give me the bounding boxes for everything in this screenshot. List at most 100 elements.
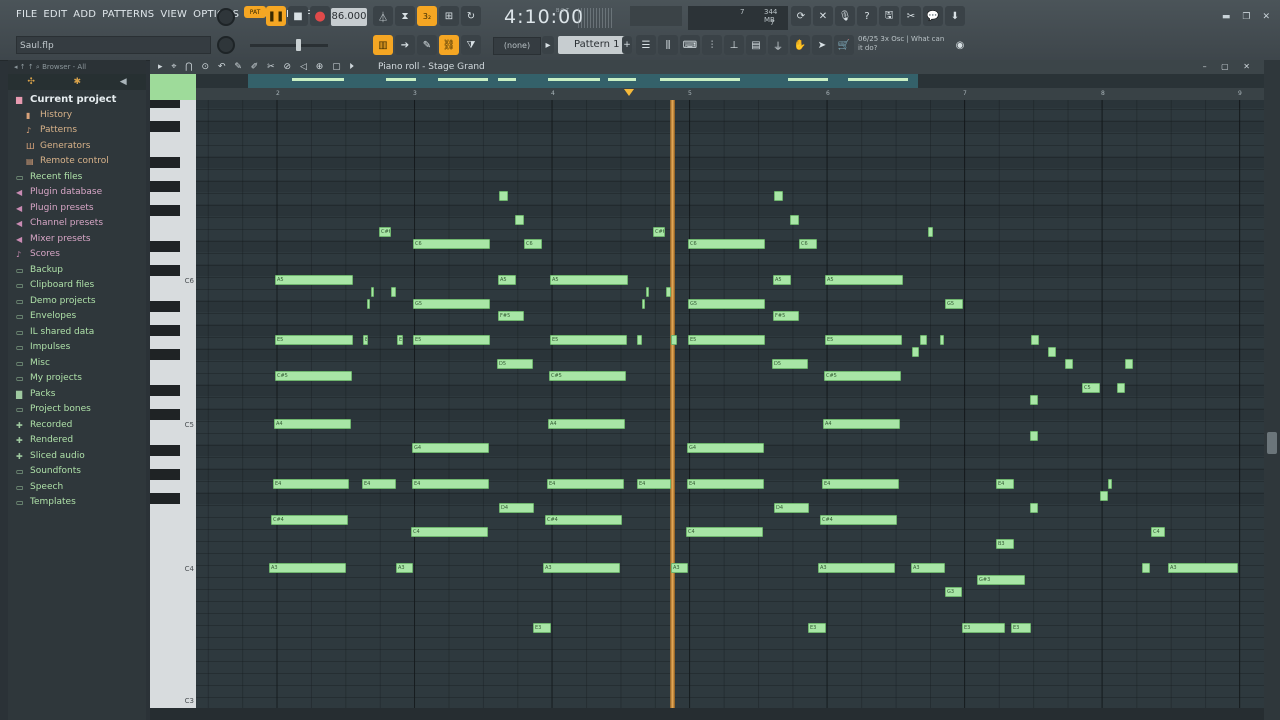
note[interactable]: A3 bbox=[543, 563, 620, 573]
black-key[interactable] bbox=[150, 349, 180, 360]
note[interactable] bbox=[912, 347, 919, 357]
tempo-display[interactable]: 86.000 bbox=[331, 8, 367, 26]
pencil-tool-button[interactable]: ✎ bbox=[417, 35, 437, 55]
note[interactable]: A3 bbox=[671, 563, 688, 573]
note[interactable]: C4 bbox=[686, 527, 763, 537]
close-window-icon[interactable]: ✕ bbox=[1262, 12, 1270, 22]
note[interactable]: E5 bbox=[363, 335, 368, 345]
black-key[interactable] bbox=[150, 241, 180, 252]
note[interactable]: G5 bbox=[945, 299, 963, 309]
note[interactable] bbox=[646, 287, 649, 297]
note[interactable]: C#6 bbox=[653, 227, 665, 237]
browser-item[interactable]: ✚ Sliced audio bbox=[8, 449, 146, 465]
piano-roll-snap-button[interactable]: ▥ bbox=[373, 35, 393, 55]
note[interactable]: A5 bbox=[550, 275, 628, 285]
note[interactable]: A3 bbox=[1168, 563, 1238, 573]
snap-select[interactable]: (none) bbox=[493, 37, 541, 55]
note[interactable]: F#5 bbox=[773, 311, 799, 321]
piano-roll-toolbar[interactable]: ▸ ⌖ ⋂ ⊙ ↶ ✎ ✐ ✂ ⊘ ◁ ⊕ ▢ ⏵ bbox=[158, 60, 357, 74]
note[interactable]: C6 bbox=[413, 239, 490, 249]
master-volume-knob[interactable] bbox=[217, 8, 235, 26]
note[interactable] bbox=[367, 299, 370, 309]
note[interactable]: A3 bbox=[911, 563, 945, 573]
note[interactable]: G4 bbox=[687, 443, 764, 453]
stamp-button[interactable]: ⧩ bbox=[461, 35, 481, 55]
playhead-marker[interactable] bbox=[624, 89, 634, 96]
vertical-scrollbar[interactable] bbox=[1264, 60, 1280, 720]
note[interactable]: A5 bbox=[275, 275, 353, 285]
touch-keyboard-button[interactable]: ✋ bbox=[790, 35, 810, 55]
black-key[interactable] bbox=[150, 121, 180, 132]
wait-input-button[interactable]: ⧗ bbox=[395, 6, 415, 26]
note[interactable]: G5 bbox=[413, 299, 490, 309]
help-button[interactable]: ? bbox=[857, 6, 877, 26]
menu-view[interactable]: VIEW bbox=[160, 9, 187, 20]
browser-item[interactable]: ▭ Envelopes bbox=[8, 309, 146, 325]
note[interactable]: C#4 bbox=[271, 515, 348, 525]
browser-item[interactable]: ▇ Packs bbox=[8, 387, 146, 403]
note[interactable]: D5 bbox=[497, 359, 533, 369]
black-key[interactable] bbox=[150, 100, 180, 108]
playlist-button[interactable]: ☰ bbox=[636, 35, 656, 55]
note[interactable]: C#6 bbox=[379, 227, 391, 237]
note[interactable]: C6 bbox=[688, 239, 765, 249]
timeline-ruler[interactable]: 2 3 4 5 6 7 8 9 bbox=[196, 88, 1264, 100]
pattern-prev-button[interactable]: ▸ bbox=[542, 36, 554, 54]
note[interactable] bbox=[940, 335, 944, 345]
shop-button[interactable]: 🛒 bbox=[834, 35, 854, 55]
note[interactable]: D4 bbox=[774, 503, 809, 513]
note[interactable] bbox=[671, 335, 677, 345]
note[interactable]: A3 bbox=[818, 563, 895, 573]
black-key[interactable] bbox=[150, 445, 180, 456]
note[interactable]: E3 bbox=[808, 623, 826, 633]
browser-item[interactable]: ▭ Templates bbox=[8, 495, 146, 511]
mixer-button[interactable]: ⫶ bbox=[702, 35, 722, 55]
note[interactable]: G#3 bbox=[977, 575, 1025, 585]
note[interactable]: E5 bbox=[413, 335, 490, 345]
note[interactable]: A3 bbox=[269, 563, 346, 573]
note[interactable]: C6 bbox=[799, 239, 817, 249]
browser-item[interactable]: ▭ Recent files bbox=[8, 170, 146, 186]
browser-item[interactable]: ▭ Impulses bbox=[8, 340, 146, 356]
browser-item[interactable]: ▭ Soundfonts bbox=[8, 464, 146, 480]
metronome-button[interactable]: ⏃ bbox=[373, 6, 393, 26]
stop-button[interactable]: ■ bbox=[288, 6, 308, 26]
browser-item[interactable]: ✚ Rendered bbox=[8, 433, 146, 449]
note[interactable] bbox=[1030, 395, 1038, 405]
note[interactable] bbox=[1030, 431, 1038, 441]
note[interactable] bbox=[1048, 347, 1056, 357]
browser-item[interactable]: ▭ Project bones bbox=[8, 402, 146, 418]
browser-item[interactable]: ♪ Patterns bbox=[8, 123, 146, 139]
note[interactable] bbox=[515, 215, 524, 225]
fx-button[interactable]: ➤ bbox=[812, 35, 832, 55]
note[interactable]: C5 bbox=[1082, 383, 1100, 393]
pause-button[interactable]: ❚❚ bbox=[266, 6, 286, 26]
note[interactable]: E3 bbox=[1011, 623, 1031, 633]
note[interactable] bbox=[1030, 503, 1038, 513]
browser-expand-icon[interactable]: ✣ bbox=[27, 74, 35, 90]
note[interactable]: C#5 bbox=[824, 371, 901, 381]
browser-item[interactable]: ▭ Backup bbox=[8, 263, 146, 279]
arrow-button[interactable]: ➔ bbox=[395, 35, 415, 55]
add-pattern-button[interactable]: + bbox=[622, 36, 632, 54]
link-button[interactable]: ⛓ bbox=[439, 35, 459, 55]
note-grid[interactable]: A5 E5 C#5 A4 E4 C#4 A3 C#6 E5 E5 E4 A3 C6 G5 E5 G4 E4 C4 C… bbox=[196, 100, 1264, 708]
restore-icon[interactable]: ❐ bbox=[1242, 12, 1250, 22]
menu-patterns[interactable]: PATTERNS bbox=[102, 9, 154, 20]
browser-item[interactable]: ▭ Speech bbox=[8, 480, 146, 496]
black-key[interactable] bbox=[150, 157, 180, 168]
note[interactable]: E4 bbox=[273, 479, 349, 489]
note[interactable]: C4 bbox=[1151, 527, 1165, 537]
note[interactable]: E4 bbox=[547, 479, 624, 489]
browser-item[interactable]: ▭ Demo projects bbox=[8, 294, 146, 310]
note[interactable] bbox=[1142, 563, 1150, 573]
note[interactable]: E3 bbox=[533, 623, 551, 633]
note[interactable] bbox=[920, 335, 927, 345]
note[interactable]: E5 bbox=[550, 335, 627, 345]
note[interactable]: E5 bbox=[825, 335, 902, 345]
browser-item[interactable]: ♪ Scores bbox=[8, 247, 146, 263]
browser-toggle-button[interactable]: ▤ bbox=[746, 35, 766, 55]
panic-button[interactable]: ✕ bbox=[813, 6, 833, 26]
pattern-overview[interactable] bbox=[248, 74, 918, 88]
note[interactable]: A5 bbox=[825, 275, 903, 285]
